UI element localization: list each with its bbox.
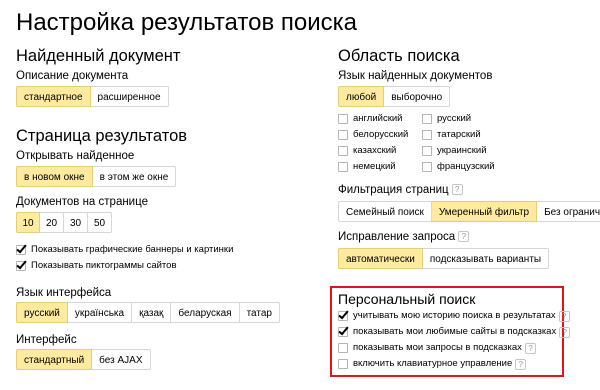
personal-item-favorite-sites: показывать мои любимые сайты в подсказка… <box>338 325 571 339</box>
personal-checkbox-favorite-sites[interactable] <box>338 327 348 337</box>
personal-checkbox-my-queries[interactable] <box>338 343 348 353</box>
open-found-selector: в новом окне в этом же окне <box>16 166 177 187</box>
open-found-label: Открывать найденное <box>16 150 135 162</box>
personal-favorite-sites-help-icon[interactable]: ? <box>559 326 571 338</box>
personal-item-history: учитывать мою историю поиска в результат… <box>338 309 570 323</box>
correction-option-suggest[interactable]: подсказывать варианты <box>422 248 550 269</box>
language-item-french: французский <box>422 160 495 174</box>
filtering-option-none[interactable]: Без ограничений <box>537 201 600 222</box>
language-item-tatar: татарский <box>422 128 481 142</box>
search-settings-page: { "page": { "title": "Настройка результа… <box>0 0 600 390</box>
personal-keyboard-help-icon[interactable]: ? <box>515 358 527 370</box>
personal-label-keyboard: включить клавиатурное управление <box>353 358 513 369</box>
language-label-belarusian: белорусский <box>353 129 409 140</box>
show-favicons-label: Показывать пиктограммы сайтов <box>31 260 177 271</box>
description-option-standard[interactable]: стандартное <box>16 86 91 107</box>
docs-per-page-selector: 10 20 30 50 <box>16 212 112 233</box>
show-favicons-checkbox[interactable] <box>16 261 26 271</box>
language-checkbox-russian[interactable] <box>422 114 432 124</box>
found-document-title: Найденный документ <box>16 47 181 65</box>
personal-label-favorite-sites: показывать мои любимые сайты в подсказка… <box>353 326 557 337</box>
doc-language-list: английский русский белорусский татарский… <box>338 112 518 172</box>
personal-item-keyboard: включить клавиатурное управление? <box>338 357 527 371</box>
personal-my-queries-help-icon[interactable]: ? <box>524 342 536 354</box>
language-item-kazakh: казахский <box>338 144 396 158</box>
interface-title: Интерфейс <box>16 334 77 346</box>
open-option-new-window[interactable]: в новом окне <box>16 166 93 187</box>
interface-language-option-russian[interactable]: русский <box>16 302 68 323</box>
language-label-kazakh: казахский <box>353 145 397 156</box>
language-checkbox-german[interactable] <box>338 162 348 172</box>
language-item-german: немецкий <box>338 160 396 174</box>
description-selector: стандартное расширенное <box>16 86 169 107</box>
page-title: Настройка результатов поиска <box>16 9 357 36</box>
description-option-extended[interactable]: расширенное <box>90 86 169 107</box>
docs-per-page-option-20[interactable]: 20 <box>40 212 64 233</box>
open-option-same-window[interactable]: в этом же окне <box>92 166 177 187</box>
show-banners-label: Показывать графические баннеры и картинк… <box>31 244 234 255</box>
language-item-belarusian: белорусский <box>338 128 408 142</box>
filtering-help-icon[interactable]: ? <box>451 184 463 195</box>
show-banners-checkbox[interactable] <box>16 245 26 255</box>
interface-option-no-ajax[interactable]: без AJAX <box>92 349 151 370</box>
language-label-english: английский <box>353 113 403 124</box>
doc-language-selector: любой выборочно <box>338 86 451 107</box>
personal-checkbox-history[interactable] <box>338 311 348 321</box>
correction-title: Исправление запроса? <box>338 230 470 244</box>
language-label-tatar: татарский <box>437 129 481 140</box>
language-checkbox-french[interactable] <box>422 162 432 172</box>
docs-per-page-label: Документов на странице <box>16 196 148 208</box>
interface-language-option-ukrainian[interactable]: українська <box>67 302 133 323</box>
language-label-german: немецкий <box>353 161 396 172</box>
interface-language-option-kazakh[interactable]: қазақ <box>132 302 172 323</box>
interface-language-title: Язык интерфейса <box>16 287 112 299</box>
doc-language-option-any[interactable]: любой <box>338 86 385 107</box>
show-favicons-option: Показывать пиктограммы сайтов <box>16 259 177 273</box>
doc-language-label: Язык найденных документов <box>338 70 493 82</box>
language-label-russian: русский <box>437 113 472 124</box>
filtering-selector: Семейный поиск Умеренный фильтр Без огра… <box>338 201 600 222</box>
interface-language-option-tatar[interactable]: татар <box>239 302 280 323</box>
language-label-ukrainian: украинский <box>437 145 487 156</box>
filtering-title: Фильтрация страниц? <box>338 183 463 197</box>
language-item-english: английский <box>338 112 402 126</box>
interface-language-selector: русский українська қазақ беларуская тата… <box>16 302 280 323</box>
search-area-title: Область поиска <box>338 47 460 65</box>
correction-title-text: Исправление запроса <box>338 231 456 243</box>
correction-option-auto[interactable]: автоматически <box>338 248 423 269</box>
description-label: Описание документа <box>16 70 129 82</box>
language-checkbox-kazakh[interactable] <box>338 146 348 156</box>
filtering-option-family[interactable]: Семейный поиск <box>338 201 432 222</box>
interface-language-option-belarusian[interactable]: беларуская <box>171 302 240 323</box>
language-checkbox-belarusian[interactable] <box>338 130 348 140</box>
correction-selector: автоматически подсказывать варианты <box>338 248 550 269</box>
language-label-french: французский <box>437 161 495 172</box>
interface-selector: стандартный без AJAX <box>16 349 151 370</box>
personal-label-my-queries: показывать мои запросы в подсказках <box>353 342 522 353</box>
personal-item-my-queries: показывать мои запросы в подсказках? <box>338 341 536 355</box>
interface-option-standard[interactable]: стандартный <box>16 349 93 370</box>
language-checkbox-tatar[interactable] <box>422 130 432 140</box>
filtering-option-moderate[interactable]: Умеренный фильтр <box>431 201 538 222</box>
personal-search-title: Персональный поиск <box>338 291 476 307</box>
language-checkbox-ukrainian[interactable] <box>422 146 432 156</box>
doc-language-option-selective[interactable]: выборочно <box>384 86 451 107</box>
docs-per-page-option-50[interactable]: 50 <box>88 212 112 233</box>
language-item-ukrainian: украинский <box>422 144 487 158</box>
show-banners-option: Показывать графические баннеры и картинк… <box>16 243 233 257</box>
docs-per-page-option-30[interactable]: 30 <box>64 212 88 233</box>
personal-label-history: учитывать мою историю поиска в результат… <box>353 310 556 321</box>
filtering-title-text: Фильтрация страниц <box>338 184 449 196</box>
language-checkbox-english[interactable] <box>338 114 348 124</box>
personal-checkbox-keyboard[interactable] <box>338 359 348 369</box>
results-page-title: Страница результатов <box>16 127 188 145</box>
docs-per-page-option-10[interactable]: 10 <box>16 212 40 233</box>
language-item-russian: русский <box>422 112 471 126</box>
personal-history-help-icon[interactable]: ? <box>558 310 570 322</box>
correction-help-icon[interactable]: ? <box>458 231 470 242</box>
